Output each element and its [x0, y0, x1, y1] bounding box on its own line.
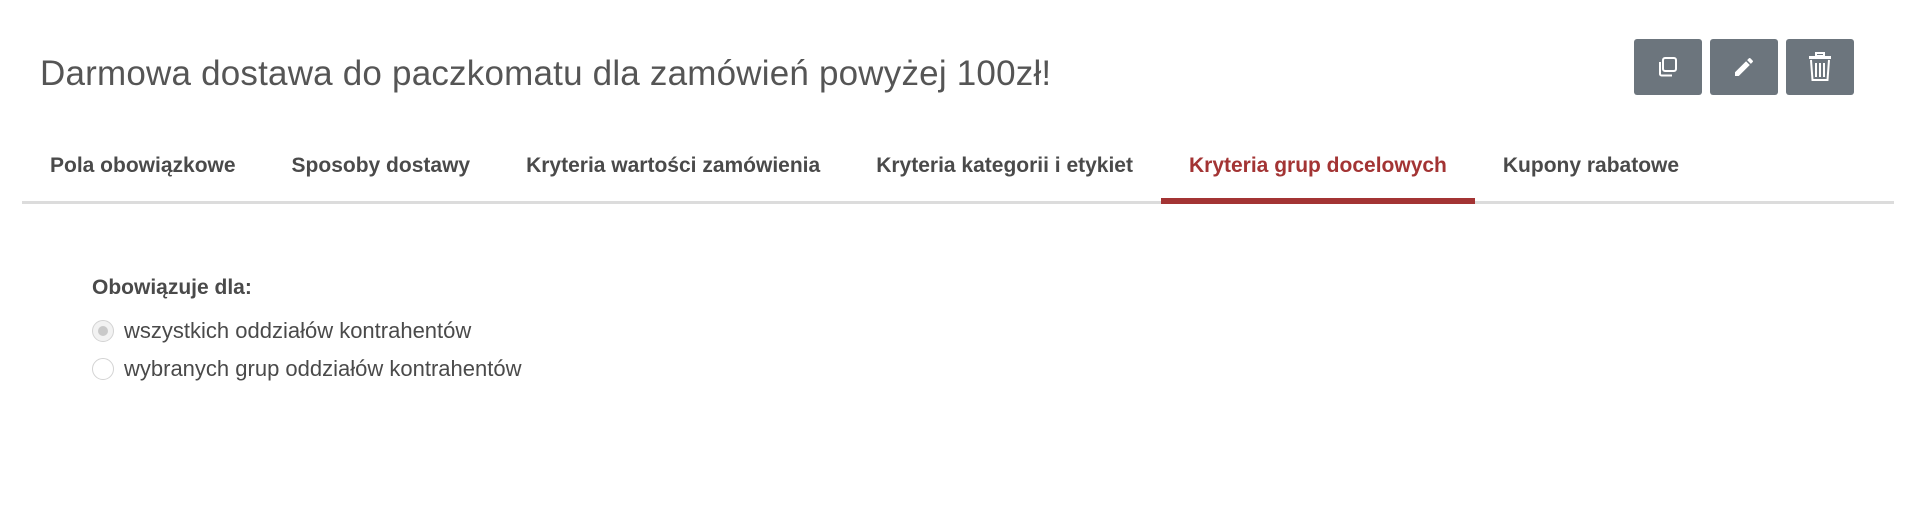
option-all-branches-label: wszystkich oddziałów kontrahentów [124, 318, 472, 343]
radio-selected-groups[interactable] [92, 358, 114, 380]
pencil-icon [1735, 57, 1753, 76]
target-group-form: Obowiązuje dla: wszystkich oddziałów kon… [92, 276, 521, 388]
option-all-branches[interactable]: wszystkich oddziałów kontrahentów [92, 312, 521, 350]
page: Darmowa dostawa do paczkomatu dla zamówi… [0, 0, 1920, 521]
tab-order-value-criteria[interactable]: Kryteria wartości zamówienia [498, 130, 848, 201]
action-toolbar [1634, 39, 1854, 95]
delete-button[interactable] [1786, 39, 1854, 95]
radio-all-branches[interactable] [92, 320, 114, 342]
tab-required-fields[interactable]: Pola obowiązkowe [22, 130, 264, 201]
page-title: Darmowa dostawa do paczkomatu dla zamówi… [40, 54, 1052, 93]
applies-to-label: Obowiązuje dla: [92, 276, 252, 299]
tab-bar: Pola obowiązkowe Sposoby dostawy Kryteri… [22, 130, 1894, 204]
copy-icon [1659, 57, 1677, 77]
tab-delivery-methods[interactable]: Sposoby dostawy [264, 130, 499, 201]
option-selected-groups[interactable]: wybranych grup oddziałów kontrahentów [92, 350, 521, 388]
tab-category-label-criteria[interactable]: Kryteria kategorii i etykiet [848, 130, 1161, 201]
edit-button[interactable] [1710, 39, 1778, 95]
copy-button[interactable] [1634, 39, 1702, 95]
option-selected-groups-label: wybranych grup oddziałów kontrahentów [124, 356, 522, 381]
trash-icon [1809, 52, 1831, 81]
tab-discount-coupons[interactable]: Kupony rabatowe [1475, 130, 1707, 201]
tab-target-group-criteria[interactable]: Kryteria grup docelowych [1160, 130, 1475, 204]
